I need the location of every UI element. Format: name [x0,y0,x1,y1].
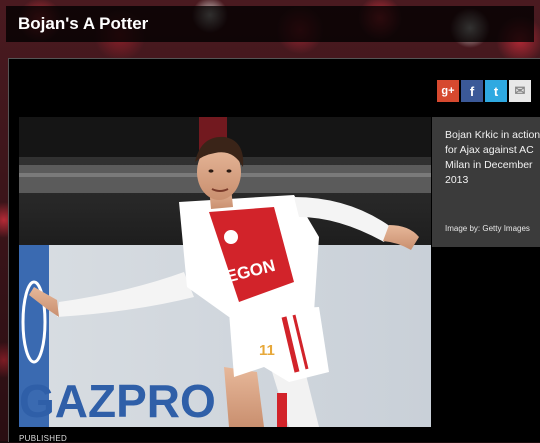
share-buttons: g+ f t ✉ [437,80,531,104]
email-icon: ✉ [514,83,526,98]
googleplus-icon: g+ [441,85,455,97]
article-photo[interactable]: GAZPRO 11 AEGON [19,117,431,427]
player-photo-illustration: GAZPRO 11 AEGON [19,117,431,427]
facebook-share-button[interactable]: f [461,80,483,102]
board-text: GAZPRO [19,375,216,427]
email-share-button[interactable]: ✉ [509,80,531,102]
twitter-icon: t [493,83,499,99]
googleplus-share-button[interactable]: g+ [437,80,459,102]
published-label: PUBLISHED [19,434,68,443]
facebook-icon: f [469,83,475,99]
page-title: Bojan's A Potter [18,14,149,33]
photo-caption: Bojan Krkic in action for Ajax against A… [432,117,540,247]
title-bar: Bojan's A Potter [6,6,534,42]
caption-text: Bojan Krkic in action for Ajax against A… [445,129,540,186]
image-credit: Image by: Getty Images [445,224,530,233]
shorts-number: 11 [259,342,275,359]
twitter-share-button[interactable]: t [485,80,507,102]
